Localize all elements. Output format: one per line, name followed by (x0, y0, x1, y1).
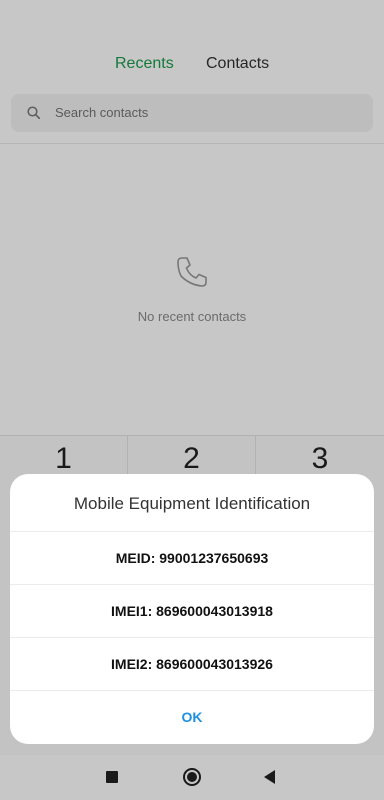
imei1-value: IMEI1: 869600043013918 (10, 584, 374, 637)
ok-button[interactable]: OK (10, 690, 374, 743)
imei2-value: IMEI2: 869600043013926 (10, 637, 374, 690)
dialog-title: Mobile Equipment Identification (73, 494, 311, 513)
meid-value: MEID: 99001237650693 (10, 531, 374, 584)
identification-dialog: Mobile Equipment Identification MEID: 99… (10, 474, 374, 744)
